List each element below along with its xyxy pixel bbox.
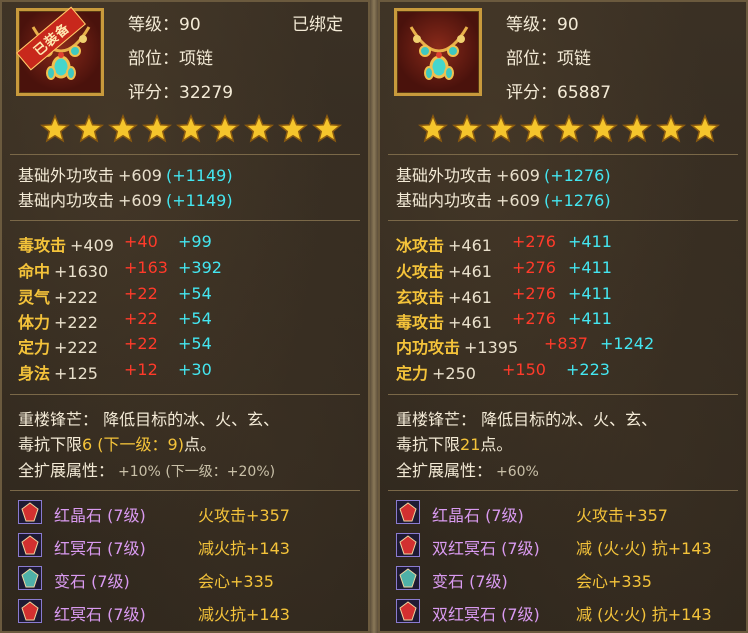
star-icon: [210, 114, 240, 143]
star-icon: [278, 114, 308, 143]
attribute-row: 内功攻击 +1395 +837 +1242: [396, 334, 655, 357]
socket-gem-effect: 会心+335: [576, 572, 652, 591]
socket-gem-effect: 会心+335: [198, 572, 274, 591]
socket-gem-name: 红晶石 (7级): [432, 506, 524, 525]
attribute-row: 定力 +222 +22 +54: [18, 334, 212, 357]
star-rating: [40, 114, 342, 144]
red-ming-gem-icon: [18, 599, 42, 623]
star-icon: [588, 114, 618, 143]
star-rating: [418, 114, 720, 144]
socket-gem-name: 红冥石 (7级): [54, 539, 146, 558]
skill-description: 重楼锋芒： 降低目标的冰、火、玄、: [396, 410, 658, 429]
divider: [10, 394, 360, 395]
skill-description: 重楼锋芒： 降低目标的冰、火、玄、: [18, 410, 280, 429]
divider: [10, 220, 360, 221]
attribute-row: 定力 +250 +150 +223: [396, 360, 610, 383]
base-stat-row: 基础内功攻击 +609 (+1276): [396, 191, 611, 210]
divider: [10, 490, 360, 491]
star-icon: [520, 114, 550, 143]
item-icon-frame: 已装备: [16, 6, 104, 96]
item-slot: 部位：项链: [506, 49, 591, 69]
socket-gem-name: 双红冥石 (7级): [432, 539, 540, 558]
skill-description-cont: 毒抗下限21点。: [396, 435, 513, 454]
star-icon: [74, 114, 104, 143]
socket-gem-name: 双红冥石 (7级): [432, 605, 540, 624]
star-icon: [554, 114, 584, 143]
divider: [10, 154, 360, 155]
red-crystal-gem-icon: [18, 500, 42, 524]
star-icon: [108, 114, 138, 143]
attribute-row: 毒攻击 +409 +40 +99: [18, 232, 212, 255]
compare-item-tooltip: 等级：90 部位：项链 评分：65887 基础外功攻击 +609 (+1276) 基…: [378, 0, 748, 633]
attribute-row: 体力 +222 +22 +54: [18, 309, 212, 332]
star-icon: [418, 114, 448, 143]
red-crystal-gem-icon: [396, 500, 420, 524]
socket-gem-effect: 火攻击+357: [576, 506, 668, 525]
attribute-row: 冰攻击 +461 +276 +411: [396, 232, 612, 255]
attribute-row: 玄攻击 +461 +276 +411: [396, 284, 612, 307]
necklace-icon: [409, 26, 469, 80]
star-icon: [656, 114, 686, 143]
star-icon: [690, 114, 720, 143]
socket-gem-effect: 减火抗+143: [198, 539, 290, 558]
panel-divider: [370, 0, 378, 633]
equipped-item-tooltip: 已装备 等级：90 已绑定 部位：项链 评分：32279 基础外功攻击 +609(…: [0, 0, 370, 633]
socket-gem-name: 变石 (7级): [432, 572, 508, 591]
star-icon: [244, 114, 274, 143]
attribute-row: 毒攻击 +461 +276 +411: [396, 309, 612, 332]
item-score: 评分：32279: [128, 83, 234, 103]
double-red-ming-gem-icon: [396, 599, 420, 623]
item-score: 评分：65887: [506, 83, 612, 103]
socket-gem-effect: 减 (火·火) 抗+143: [576, 605, 712, 624]
double-red-ming-gem-icon: [396, 533, 420, 557]
divider: [388, 394, 738, 395]
expand-attribute: 全扩展属性： +10% (下一级：+20%): [18, 461, 276, 480]
star-icon: [452, 114, 482, 143]
star-icon: [312, 114, 342, 143]
star-icon: [622, 114, 652, 143]
divider: [388, 220, 738, 221]
base-stat-row: 基础外功攻击 +609 (+1149): [18, 166, 233, 185]
bound-status: 已绑定: [292, 15, 343, 35]
red-ming-gem-icon: [18, 533, 42, 557]
socket-gem-name: 红晶石 (7级): [54, 506, 146, 525]
base-stat-row: 基础外功攻击 +609 (+1276): [396, 166, 611, 185]
star-icon: [176, 114, 206, 143]
divider: [388, 154, 738, 155]
skill-description-cont: 毒抗下限6 (下一级：9)点。: [18, 435, 216, 454]
bian-stone-icon: [18, 566, 42, 590]
expand-attribute: 全扩展属性： +60%: [396, 461, 539, 480]
attribute-row: 身法 +125 +12 +30: [18, 360, 212, 383]
attribute-row: 命中 +1630 +163 +392: [18, 258, 222, 281]
item-level: 等级：90: [506, 15, 579, 35]
attribute-row: 灵气 +222 +22 +54: [18, 284, 212, 307]
socket-gem-name: 变石 (7级): [54, 572, 130, 591]
divider: [388, 490, 738, 491]
socket-gem-effect: 火攻击+357: [198, 506, 290, 525]
attribute-row: 火攻击 +461 +276 +411: [396, 258, 612, 281]
star-icon: [40, 114, 70, 143]
star-icon: [486, 114, 516, 143]
socket-gem-effect: 减 (火·火) 抗+143: [576, 539, 712, 558]
socket-gem-effect: 减火抗+143: [198, 605, 290, 624]
item-level: 等级：90: [128, 15, 201, 35]
item-icon-frame: [394, 8, 482, 96]
socket-gem-name: 红冥石 (7级): [54, 605, 146, 624]
star-icon: [142, 114, 172, 143]
item-slot: 部位：项链: [128, 49, 213, 69]
bian-stone-icon: [396, 566, 420, 590]
base-stat-row: 基础内功攻击 +609 (+1149): [18, 191, 233, 210]
